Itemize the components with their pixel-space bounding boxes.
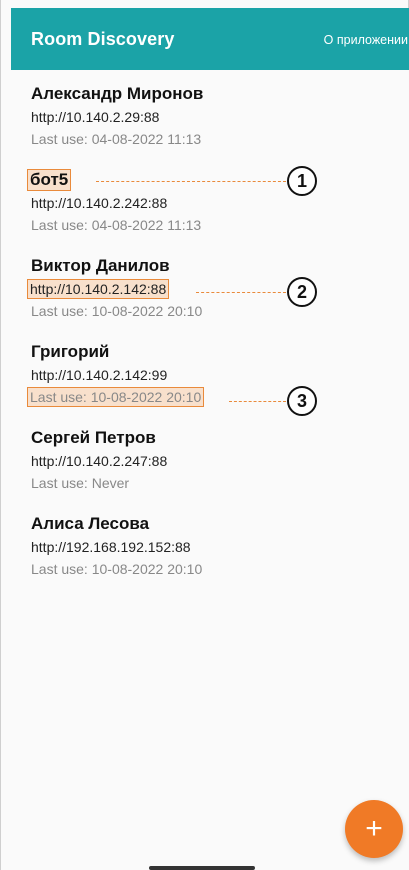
room-last-use: Last use: 04-08-2022 11:13 [31, 217, 202, 233]
room-last-use: Last use: Never [31, 475, 130, 491]
room-list: Александр Миронов http://10.140.2.29:88 … [11, 70, 409, 870]
home-indicator [149, 866, 255, 870]
room-url: http://10.140.2.242:88 [31, 195, 168, 211]
about-button[interactable]: О приложении [324, 33, 408, 47]
plus-icon: + [365, 812, 383, 845]
room-list-item[interactable]: Сергей Петров http://10.140.2.247:88 Las… [31, 428, 391, 492]
callout-line-3 [229, 401, 286, 404]
room-url: http://10.140.2.142:88 [26, 279, 170, 299]
add-room-button[interactable]: + [345, 800, 403, 858]
room-name: Александр Миронов [31, 84, 204, 103]
room-list-item[interactable]: Алиса Лесова http://192.168.192.152:88 L… [31, 514, 391, 578]
room-name: Виктор Данилов [31, 256, 170, 275]
callout-badge-2: 2 [287, 277, 317, 307]
room-url: http://10.140.2.142:99 [31, 367, 168, 383]
room-last-use: Last use: 10-08-2022 20:10 [31, 303, 203, 319]
room-url: http://192.168.192.152:88 [31, 539, 191, 555]
callout-line-2 [196, 292, 286, 295]
room-list-item[interactable]: Григорий http://10.140.2.142:99 Last use… [26, 342, 391, 407]
room-name: Сергей Петров [31, 428, 156, 447]
app-title: Room Discovery [31, 29, 175, 49]
room-last-use: Last use: 10-08-2022 20:10 [26, 387, 205, 407]
room-name: Алиса Лесова [31, 514, 150, 533]
room-last-use: Last use: 10-08-2022 20:10 [31, 561, 203, 577]
room-list-item[interactable]: Виктор Данилов http://10.140.2.142:88 La… [26, 256, 391, 320]
room-url: http://10.140.2.247:88 [31, 453, 168, 469]
callout-badge-3: 3 [287, 386, 317, 416]
room-list-item[interactable]: Александр Миронов http://10.140.2.29:88 … [31, 84, 391, 148]
callout-line-1 [96, 181, 286, 184]
room-last-use: Last use: 04-08-2022 11:13 [31, 131, 202, 147]
callout-badge-1: 1 [287, 166, 317, 196]
room-url: http://10.140.2.29:88 [31, 109, 160, 125]
room-list-item[interactable]: бот5 http://10.140.2.242:88 Last use: 04… [26, 169, 391, 234]
room-name: бот5 [26, 169, 72, 191]
room-name: Григорий [31, 342, 110, 361]
app-screen: Room Discovery О приложении Александр Ми… [0, 0, 409, 870]
app-bar: Room Discovery О приложении [11, 8, 409, 70]
